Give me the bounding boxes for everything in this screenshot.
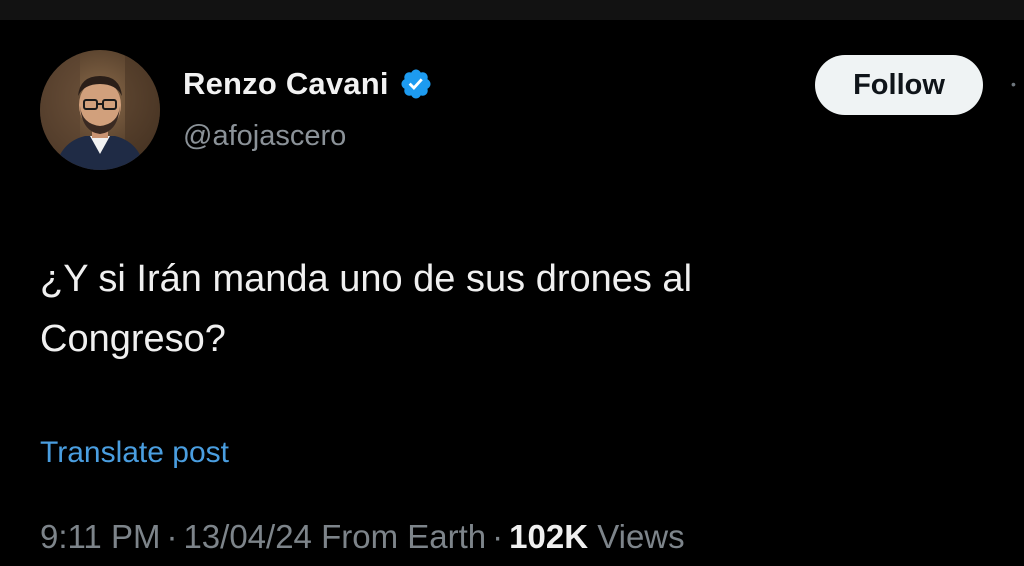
avatar-photo xyxy=(40,50,160,170)
tweet-date[interactable]: 13/04/24 xyxy=(183,518,311,555)
views-count[interactable]: 102K xyxy=(509,518,588,555)
tweet-time[interactable]: 9:11 PM xyxy=(40,518,160,555)
verified-badge-icon[interactable] xyxy=(399,67,433,101)
avatar[interactable] xyxy=(40,50,160,170)
tweet-text-line-1: ¿Y si Irán manda uno de sus drones al xyxy=(40,258,693,300)
translate-post-link[interactable]: Translate post xyxy=(40,436,229,470)
top-bar xyxy=(0,0,1024,20)
meta-separator: · xyxy=(166,518,178,555)
author-name[interactable]: Renzo Cavani xyxy=(183,66,389,102)
meta-separator: · xyxy=(492,518,504,555)
tweet-source: From Earth xyxy=(321,518,487,555)
follow-button[interactable]: Follow xyxy=(815,55,983,115)
tweet-text: ¿Y si Irán manda uno de sus drones al Co… xyxy=(40,249,940,369)
tweet-text-line-2: Congreso? xyxy=(40,318,226,360)
author-name-row: Renzo Cavani xyxy=(183,66,433,102)
author-handle[interactable]: @afojascero xyxy=(183,120,346,153)
tweet-meta: 9:11 PM · 13/04/24 From Earth · 102K Views xyxy=(40,518,685,556)
more-icon[interactable]: • xyxy=(1011,78,1024,90)
views-label: Views xyxy=(597,518,685,555)
